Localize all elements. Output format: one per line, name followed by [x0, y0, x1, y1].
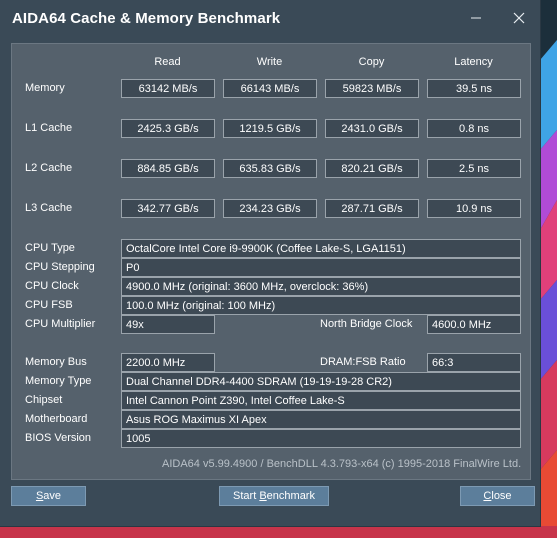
- minimize-icon: [471, 17, 481, 19]
- l2-latency-value: 2.5 ns: [427, 159, 521, 178]
- l2-copy-value: 820.21 GB/s: [325, 159, 419, 178]
- cpu-fsb-label: CPU FSB: [25, 299, 73, 311]
- dram-fsb-ratio-value: 66:3: [427, 353, 521, 372]
- memory-copy-value: 59823 MB/s: [325, 79, 419, 98]
- save-button[interactable]: Save: [11, 486, 86, 506]
- header-latency: Latency: [454, 56, 493, 68]
- title-bar[interactable]: AIDA64 Cache & Memory Benchmark: [0, 0, 540, 38]
- start-benchmark-button[interactable]: Start Benchmark: [219, 486, 329, 506]
- cpu-clock-label: CPU Clock: [25, 280, 79, 292]
- cpu-type-value: OctalCore Intel Core i9-9900K (Coffee La…: [121, 239, 521, 258]
- motherboard-label: Motherboard: [25, 413, 88, 425]
- l2-read-value: 884.85 GB/s: [121, 159, 215, 178]
- l3-copy-value: 287.71 GB/s: [325, 199, 419, 218]
- memory-bus-value: 2200.0 MHz: [121, 353, 215, 372]
- l3-read-value: 342.77 GB/s: [121, 199, 215, 218]
- start-benchmark-accel: B: [259, 490, 267, 502]
- header-copy: Copy: [358, 56, 385, 68]
- close-window-button[interactable]: [499, 4, 539, 32]
- row-label-memory: Memory: [25, 82, 65, 94]
- l1-latency-value: 0.8 ns: [427, 119, 521, 138]
- cpu-fsb-value: 100.0 MHz (original: 100 MHz): [121, 296, 521, 315]
- motherboard-value: Asus ROG Maximus XI Apex: [121, 410, 521, 429]
- header-write: Write: [256, 56, 283, 68]
- save-button-label: ave: [43, 490, 62, 502]
- dram-fsb-ratio-label: DRAM:FSB Ratio: [320, 356, 406, 368]
- row-label-l3: L3 Cache: [25, 202, 73, 214]
- bios-version-value: 1005: [121, 429, 521, 448]
- bios-version-label: BIOS Version: [25, 432, 92, 444]
- chipset-label: Chipset: [25, 394, 63, 406]
- memory-latency-value: 39.5 ns: [427, 79, 521, 98]
- cpu-type-label: CPU Type: [25, 242, 75, 254]
- close-button-label: lose: [491, 490, 512, 502]
- cpu-multiplier-label: CPU Multiplier: [25, 318, 96, 330]
- memory-bus-label: Memory Bus: [25, 356, 87, 368]
- cpu-stepping-label: CPU Stepping: [25, 261, 95, 273]
- start-benchmark-label-pre: Start: [233, 490, 260, 502]
- cpu-multiplier-value: 49x: [121, 315, 215, 334]
- version-footer: AIDA64 v5.99.4900 / BenchDLL 4.3.793-x64…: [162, 458, 522, 470]
- l3-write-value: 234.23 GB/s: [223, 199, 317, 218]
- header-read: Read: [154, 56, 181, 68]
- row-label-l1: L1 Cache: [25, 122, 73, 134]
- l1-read-value: 2425.3 GB/s: [121, 119, 215, 138]
- north-bridge-clock-value: 4600.0 MHz: [427, 315, 521, 334]
- memory-type-label: Memory Type: [25, 375, 92, 387]
- cpu-stepping-value: P0: [121, 258, 521, 277]
- l3-latency-value: 10.9 ns: [427, 199, 521, 218]
- memory-type-value: Dual Channel DDR4-4400 SDRAM (19-19-19-2…: [121, 372, 521, 391]
- memory-read-value: 63142 MB/s: [121, 79, 215, 98]
- cpu-clock-value: 4900.0 MHz (original: 3600 MHz, overcloc…: [121, 277, 521, 296]
- l1-copy-value: 2431.0 GB/s: [325, 119, 419, 138]
- l2-write-value: 635.83 GB/s: [223, 159, 317, 178]
- results-panel: Read Write Copy Latency Memory 63142 MB/…: [11, 43, 531, 480]
- close-icon: [513, 12, 525, 24]
- north-bridge-clock-label: North Bridge Clock: [320, 318, 413, 330]
- minimize-button[interactable]: [456, 4, 496, 32]
- benchmark-window: AIDA64 Cache & Memory Benchmark Read Wri…: [0, 0, 540, 526]
- close-button[interactable]: Close: [460, 486, 535, 506]
- memory-write-value: 66143 MB/s: [223, 79, 317, 98]
- start-benchmark-label-rest: enchmark: [266, 490, 315, 502]
- row-label-l2: L2 Cache: [25, 162, 73, 174]
- l1-write-value: 1219.5 GB/s: [223, 119, 317, 138]
- chipset-value: Intel Cannon Point Z390, Intel Coffee La…: [121, 391, 521, 410]
- window-title: AIDA64 Cache & Memory Benchmark: [12, 10, 281, 27]
